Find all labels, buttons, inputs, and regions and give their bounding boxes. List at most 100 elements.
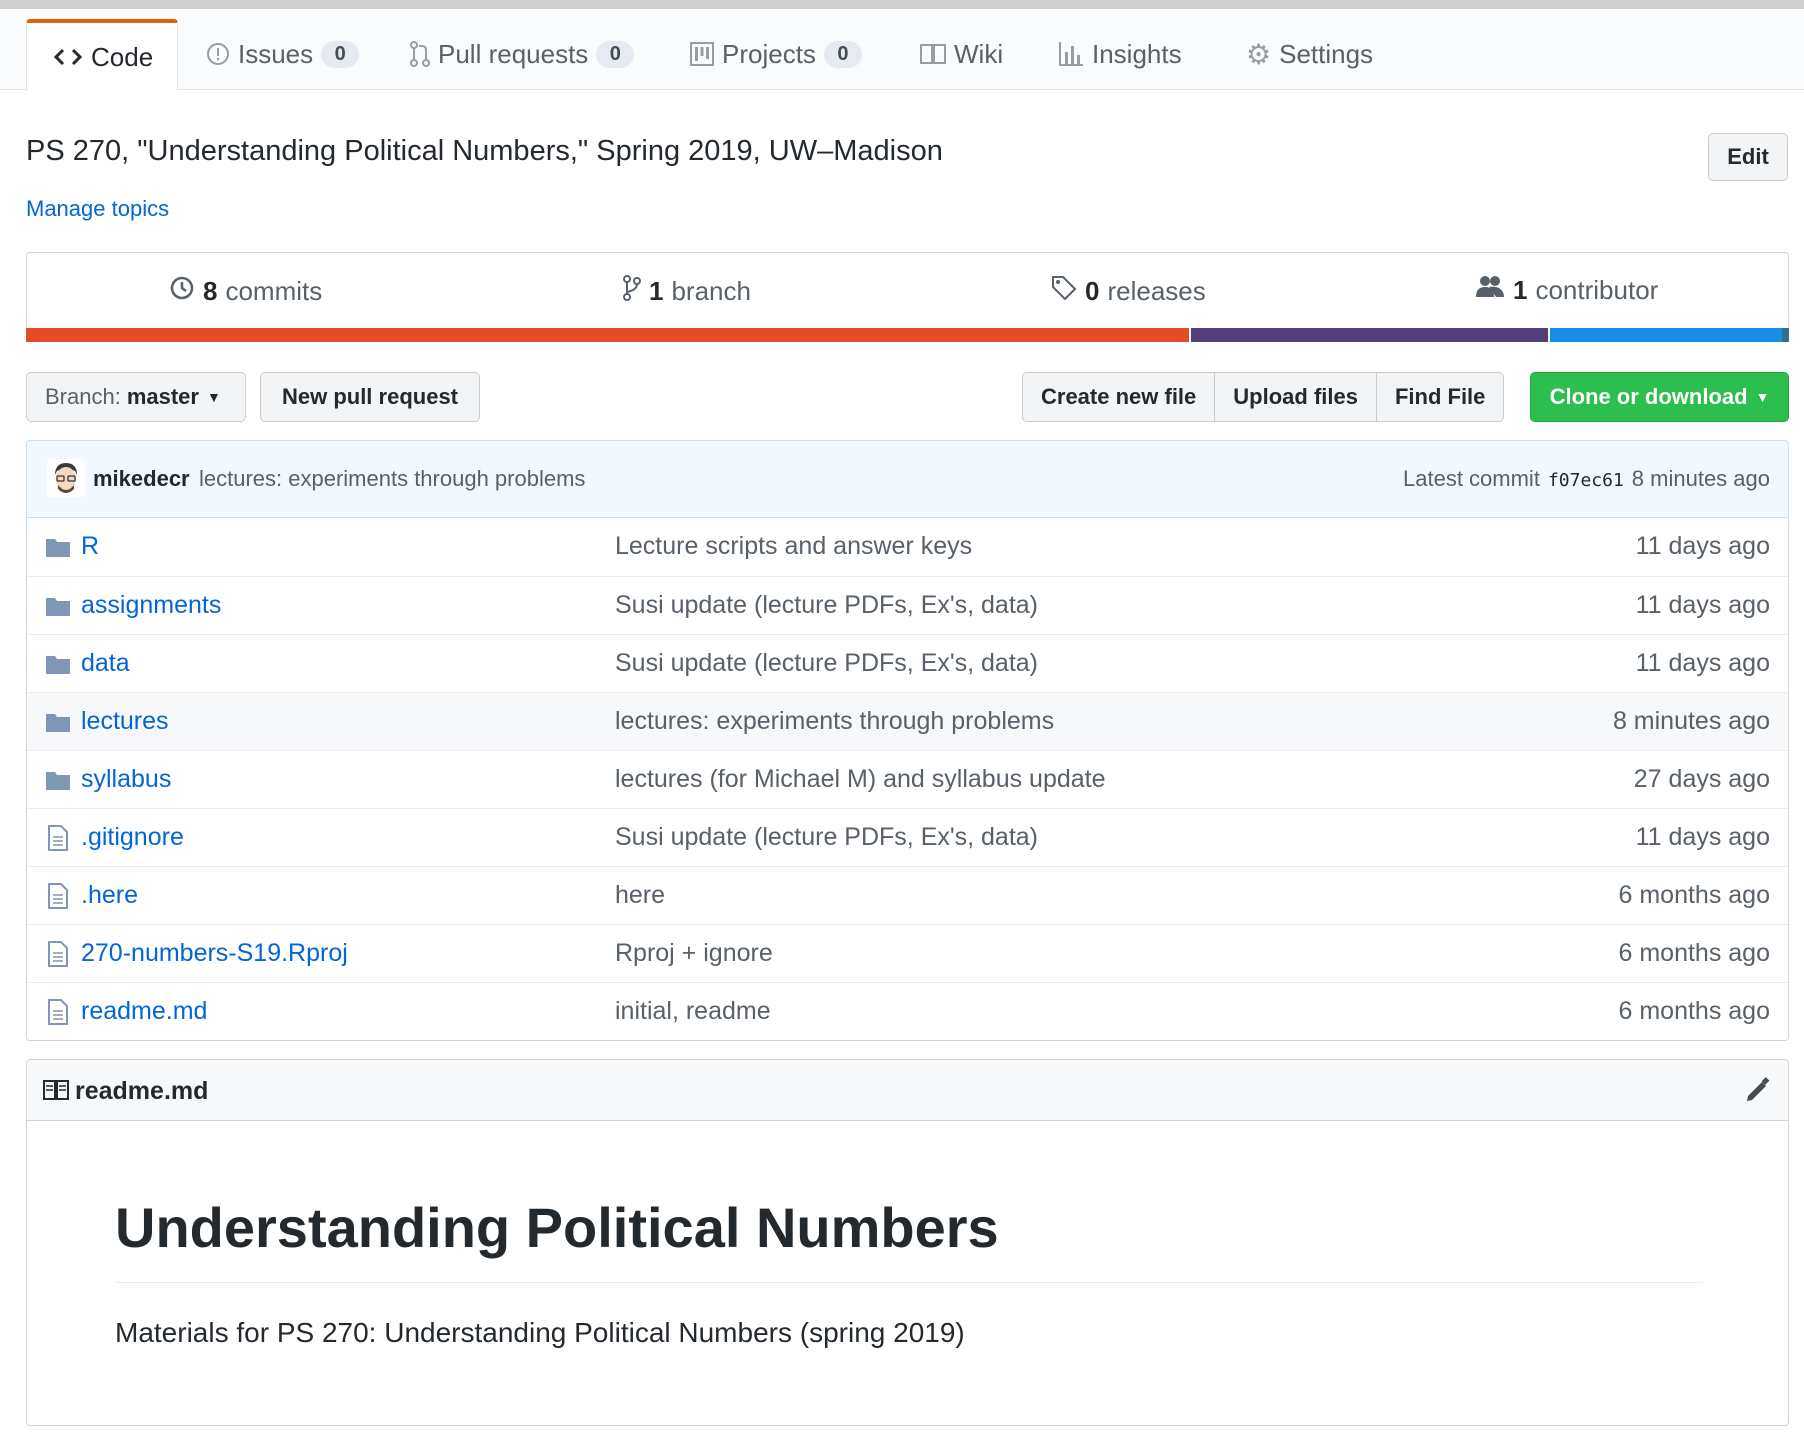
tab-label: Pull requests xyxy=(438,38,589,69)
tab-wiki[interactable]: Wiki xyxy=(920,19,1003,89)
table-row: lectures lectures: experiments through p… xyxy=(27,692,1788,750)
file-name-link[interactable]: R xyxy=(81,532,99,561)
file-age: 6 months ago xyxy=(1618,881,1771,909)
file-actions-group: Create new file Upload files Find File xyxy=(1022,372,1505,422)
tab-issues[interactable]: Issues 0 xyxy=(206,19,360,89)
table-row: syllabus lectures (for Michael M) and sy… xyxy=(27,750,1788,808)
readme-divider xyxy=(115,1282,1703,1283)
tab-label: Projects xyxy=(722,38,816,69)
file-name-link[interactable]: lectures xyxy=(81,707,169,736)
pull-request-icon xyxy=(410,41,430,67)
file-name-link[interactable]: .here xyxy=(81,881,138,910)
issues-counter: 0 xyxy=(321,40,360,68)
releases-label: releases xyxy=(1107,276,1206,306)
code-icon xyxy=(53,47,83,67)
branch-select-button[interactable]: Branch: master ▼ xyxy=(26,372,246,422)
branch-label: branch xyxy=(671,276,751,306)
file-name-link[interactable]: readme.md xyxy=(81,997,207,1026)
create-new-file-button[interactable]: Create new file xyxy=(1022,372,1216,422)
commit-sha[interactable]: f07ec61 xyxy=(1548,470,1624,491)
file-age: 6 months ago xyxy=(1618,939,1771,967)
file-name-link[interactable]: assignments xyxy=(81,591,221,620)
language-segment-1 xyxy=(26,328,1189,342)
file-commit-message[interactable]: Susi update (lecture PDFs, Ex's, data) xyxy=(615,649,1038,678)
people-icon xyxy=(1475,275,1505,306)
readme-filename: readme.md xyxy=(75,1077,209,1105)
branch-count: 1 xyxy=(649,276,664,306)
file-age: 11 days ago xyxy=(1635,649,1770,677)
new-pull-request-button[interactable]: New pull request xyxy=(260,372,480,422)
commit-author[interactable]: mikedecr xyxy=(93,466,190,492)
tag-icon xyxy=(1051,275,1077,308)
graph-icon xyxy=(1058,42,1084,66)
file-age: 8 minutes ago xyxy=(1612,707,1770,735)
branches-link[interactable]: 1 branch xyxy=(623,275,751,308)
tab-pull-requests[interactable]: Pull requests 0 xyxy=(410,19,635,89)
language-segment-4 xyxy=(1782,328,1789,342)
file-age: 11 days ago xyxy=(1635,591,1770,619)
file-commit-message[interactable]: lectures: experiments through problems xyxy=(615,707,1054,736)
file-icon xyxy=(45,825,71,851)
tab-label: Settings xyxy=(1279,38,1374,69)
tab-label: Code xyxy=(91,41,154,72)
table-row: readme.md initial, readme 6 months ago xyxy=(27,982,1788,1040)
chevron-down-icon: ▼ xyxy=(1755,389,1770,405)
releases-count: 0 xyxy=(1085,276,1100,306)
tab-label: Insights xyxy=(1092,38,1182,69)
file-commit-message[interactable]: lectures (for Michael M) and syllabus up… xyxy=(615,765,1106,794)
find-file-button[interactable]: Find File xyxy=(1375,372,1505,422)
clone-label: Clone or download xyxy=(1549,384,1748,409)
pencil-icon[interactable] xyxy=(1744,1076,1772,1109)
folder-icon xyxy=(45,593,71,619)
file-commit-message[interactable]: Rproj + ignore xyxy=(615,939,773,968)
file-name-link[interactable]: 270-numbers-S19.Rproj xyxy=(81,939,348,968)
readme-box: readme.md Understanding Political Number… xyxy=(26,1059,1789,1426)
avatar[interactable] xyxy=(47,459,85,497)
file-icon xyxy=(45,941,71,967)
chevron-down-icon: ▼ xyxy=(206,389,221,405)
commit-age: 8 minutes ago xyxy=(1631,466,1770,491)
file-commit-message[interactable]: here xyxy=(615,881,665,910)
commits-link[interactable]: 8 commits xyxy=(169,275,322,308)
file-name-link[interactable]: syllabus xyxy=(81,765,171,794)
file-icon xyxy=(45,999,71,1025)
releases-link[interactable]: 0 releases xyxy=(1051,275,1206,308)
tab-settings[interactable]: ⚙ Settings xyxy=(1246,19,1373,89)
commit-message[interactable]: lectures: experiments through problems xyxy=(199,466,585,492)
pull-requests-counter: 0 xyxy=(596,40,635,68)
commits-label: commits xyxy=(225,276,323,306)
clone-or-download-button[interactable]: Clone or download ▼ xyxy=(1530,372,1789,422)
branch-prefix: Branch: xyxy=(45,384,121,409)
project-icon xyxy=(690,42,714,66)
file-name-link[interactable]: .gitignore xyxy=(81,823,184,852)
edit-button[interactable]: Edit xyxy=(1708,133,1788,181)
file-commit-message[interactable]: Lecture scripts and answer keys xyxy=(615,532,972,561)
contributors-link[interactable]: 1 contributor xyxy=(1475,275,1658,306)
file-age: 27 days ago xyxy=(1633,765,1770,793)
table-row: .gitignore Susi update (lecture PDFs, Ex… xyxy=(27,808,1788,866)
manage-topics-link[interactable]: Manage topics xyxy=(26,196,169,222)
tab-code[interactable]: Code xyxy=(26,19,178,91)
language-segment-2 xyxy=(1191,328,1548,342)
tab-insights[interactable]: Insights xyxy=(1058,19,1182,89)
repo-description: PS 270, "Understanding Political Numbers… xyxy=(26,135,943,167)
language-bar[interactable] xyxy=(26,328,1789,342)
file-icon xyxy=(45,883,71,909)
file-commit-message[interactable]: Susi update (lecture PDFs, Ex's, data) xyxy=(615,591,1038,620)
file-commit-message[interactable]: Susi update (lecture PDFs, Ex's, data) xyxy=(615,823,1038,852)
repo-nav-tabs: Code Issues 0 Pull requests 0 Projects 0… xyxy=(0,9,1804,91)
upload-files-button[interactable]: Upload files xyxy=(1214,372,1377,422)
branch-icon xyxy=(623,275,641,308)
tab-label: Wiki xyxy=(954,38,1004,69)
file-name-link[interactable]: data xyxy=(81,649,130,678)
issue-icon xyxy=(206,42,230,66)
file-commit-message[interactable]: initial, readme xyxy=(615,997,771,1026)
tab-projects[interactable]: Projects 0 xyxy=(690,19,862,89)
commits-count: 8 xyxy=(203,276,218,306)
readme-heading: Understanding Political Numbers xyxy=(115,1196,999,1259)
book-icon xyxy=(43,1080,69,1105)
folder-icon xyxy=(45,767,71,793)
projects-counter: 0 xyxy=(823,40,862,68)
history-icon xyxy=(169,275,195,308)
gear-icon: ⚙ xyxy=(1246,38,1272,70)
